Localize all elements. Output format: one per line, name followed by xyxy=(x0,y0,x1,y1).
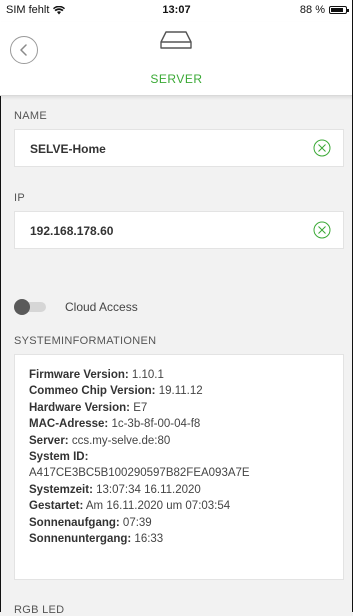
system-info-label: SYSTEMINFORMATIONEN xyxy=(14,335,157,347)
hardware-version: Hardware Version: E7 xyxy=(29,401,148,414)
commeo-chip-version: Commeo Chip Version: 19.11.12 xyxy=(29,385,203,398)
cloud-access-toggle[interactable] xyxy=(14,299,52,315)
back-button[interactable] xyxy=(10,36,38,64)
mac-address: MAC-Adresse: 1c-3b-8f-00-04-f8 xyxy=(29,418,201,431)
system-info-box: Firmware Version: 1.10.1 Commeo Chip Ver… xyxy=(14,354,344,580)
nav-bar: SERVER xyxy=(0,22,353,96)
check-circle-icon xyxy=(313,139,331,157)
ip-value: 192.168.178.60 xyxy=(30,224,114,238)
ip-label: IP xyxy=(14,192,25,204)
battery-percent: 88 % xyxy=(299,4,325,16)
sunset: Sonnenuntergang: 16:33 xyxy=(29,533,164,546)
name-value: SELVE-Home xyxy=(30,142,106,156)
system-id-value: A417CE3BC5B100290597B82FEA093A7E xyxy=(29,467,250,480)
cloud-access-label: Cloud Access xyxy=(65,300,138,314)
started-at: Gestartet: Am 16.11.2020 um 07:03:54 xyxy=(29,500,231,513)
server-icon xyxy=(160,31,192,49)
chevron-left-icon xyxy=(20,44,27,56)
toggle-knob xyxy=(14,299,30,315)
system-id-label: System ID: xyxy=(29,451,89,464)
page-title: SERVER xyxy=(150,72,203,86)
system-time: Systemzeit: 13:07:34 16.11.2020 xyxy=(29,483,201,496)
firmware-version: Firmware Version: 1.10.1 xyxy=(29,369,164,381)
status-bar: SIM fehlt 13:07 88 % xyxy=(0,0,353,22)
battery-icon xyxy=(329,6,349,14)
ip-field[interactable]: 192.168.178.60 xyxy=(14,211,344,249)
sunrise: Sonnenaufgang: 07:39 xyxy=(29,516,152,529)
name-label: NAME xyxy=(14,110,47,122)
name-field[interactable]: SELVE-Home xyxy=(14,129,344,167)
server-address: Server: ccs.my-selve.de:80 xyxy=(29,434,171,447)
rgb-led-label: RGB LED xyxy=(14,604,65,616)
check-circle-icon xyxy=(313,221,331,239)
battery-status: 88 % xyxy=(299,4,349,16)
